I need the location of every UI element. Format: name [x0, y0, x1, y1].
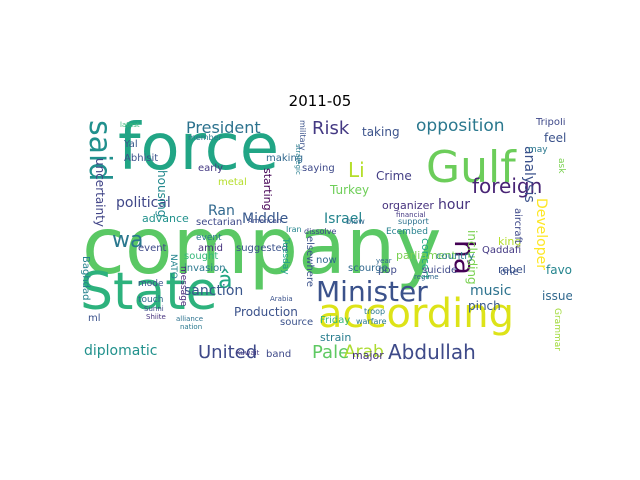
cloud-word: amid — [198, 243, 223, 254]
cloud-word: aircraft — [512, 208, 523, 244]
cloud-word: metal — [218, 177, 247, 188]
cloud-word: starting — [261, 168, 274, 211]
cloud-word: event — [138, 243, 167, 254]
cloud-word: nation — [180, 323, 203, 331]
cloud-word: favor — [546, 263, 572, 277]
cloud-word: regime — [414, 273, 439, 281]
cloud-word: may — [528, 145, 548, 155]
cloud-word: source — [280, 317, 314, 328]
word-cloud: company force State according Gulf said Minist… — [80, 118, 572, 364]
cloud-word: Tuesday — [280, 238, 290, 275]
cloud-word: message — [178, 266, 188, 307]
cloud-word: Shiite — [146, 313, 166, 321]
cloud-word: year — [376, 257, 392, 265]
cloud-word: warfare — [356, 317, 387, 326]
cloud-word: taking — [362, 125, 400, 139]
cloud-word: Tripoli — [536, 118, 566, 128]
cloud-word: Baghdad — [80, 256, 91, 301]
cloud-word: Li — [348, 158, 365, 182]
cloud-word: troop — [364, 307, 386, 316]
cloud-word: uncertainty — [93, 158, 107, 227]
cloud-word: country — [436, 251, 475, 262]
cloud-word: Turkey — [330, 183, 370, 197]
cloud-word: Grammar — [552, 308, 562, 351]
cloud-word: major — [352, 349, 384, 362]
cloud-word: sectarian — [196, 217, 243, 228]
cloud-word: music — [470, 283, 512, 299]
cloud-word: ask — [556, 158, 566, 174]
cloud-word: blow — [346, 217, 365, 226]
cloud-word: strain — [320, 331, 352, 344]
cloud-word: early — [198, 163, 224, 174]
cloud-word: Iran — [286, 225, 302, 234]
chart-title: 2011-05 — [288, 92, 352, 110]
cloud-word: Abhisit — [124, 153, 159, 164]
cloud-word: Sunni — [144, 305, 164, 313]
cloud-word: Risk — [312, 118, 350, 139]
cloud-word: opposition — [416, 118, 505, 136]
cloud-word: housing — [155, 170, 169, 218]
cloud-word: hour — [438, 197, 471, 213]
cloud-word: event — [196, 233, 222, 243]
cloud-word: advance — [142, 212, 189, 225]
cloud-word: elsewhere — [304, 236, 315, 288]
cloud-word: feel — [544, 131, 567, 145]
cloud-word: invasion — [184, 263, 226, 274]
cloud-word: Ecembed — [386, 227, 428, 237]
cloud-word: issued — [542, 289, 572, 303]
cloud-word: Friday — [320, 315, 351, 326]
cloud-word: organizer — [382, 199, 434, 212]
cloud-word: latest — [120, 121, 140, 129]
cloud-word: touch — [138, 295, 164, 305]
cloud-word: member — [188, 133, 222, 142]
cloud-word: scourge — [348, 263, 388, 274]
cloud-word: band — [266, 349, 292, 360]
cloud-word: NATO — [168, 254, 178, 279]
cloud-word: pinch — [468, 299, 501, 313]
cloud-word: American — [248, 217, 282, 225]
cloud-word: mode — [138, 279, 164, 289]
cloud-word: alliance — [176, 315, 204, 323]
cloud-word: ml — [88, 313, 101, 324]
cloud-word: saying — [302, 163, 335, 174]
cloud-word: Ran — [208, 203, 235, 219]
cloud-word: Arabia — [270, 295, 293, 303]
cloud-word: Abdullah — [388, 340, 476, 364]
cloud-word: Developer — [533, 198, 549, 271]
cloud-word: Qaddafi — [482, 245, 522, 256]
cloud-word: dissolve — [304, 227, 337, 236]
cloud-word: Yal — [124, 139, 138, 150]
cloud-word: one — [500, 267, 519, 278]
cloud-word: military — [298, 120, 307, 151]
cloud-word: sanction — [184, 283, 244, 299]
cloud-word: diplomatic — [84, 343, 158, 359]
cloud-word: Kuwait — [236, 349, 260, 357]
cloud-word: now — [316, 255, 337, 266]
cloud-word: support — [398, 217, 429, 226]
cloud-word: Crime — [376, 169, 412, 183]
cloud-word: Minister — [316, 275, 428, 308]
